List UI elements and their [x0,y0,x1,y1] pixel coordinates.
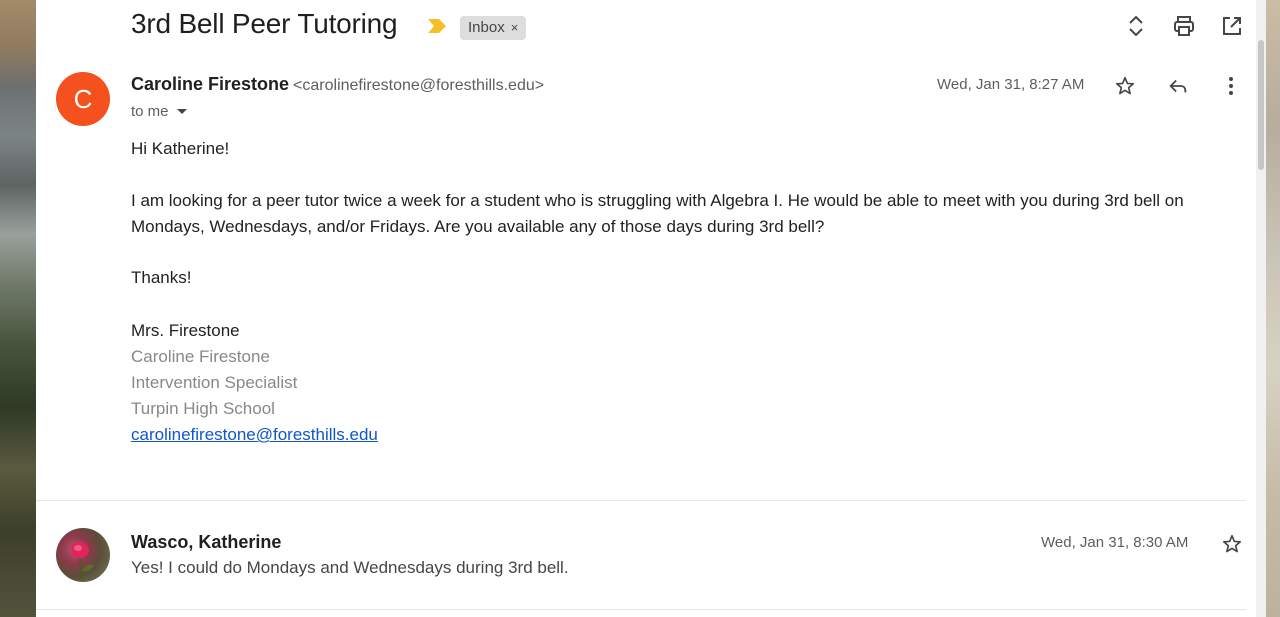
recipient-details-toggle[interactable]: to me [131,103,187,120]
sender-avatar[interactable]: C [56,72,110,126]
signature-full-name: Caroline Firestone [131,347,270,366]
theme-background-left [0,0,36,617]
reply-icon[interactable] [1166,74,1190,98]
chevron-down-icon[interactable] [176,109,187,114]
sender-email: <carolinefirestone@foresthills.edu> [293,77,545,94]
more-options-icon[interactable] [1219,74,1243,98]
message-paragraph-line: I am looking for a peer tutor twice a we… [131,191,1184,210]
inbox-label-chip[interactable]: Inbox × [460,16,527,40]
expand-collapse-icon[interactable] [1124,14,1148,38]
star-icon[interactable] [1113,74,1137,98]
scrollbar[interactable] [1256,0,1266,617]
scrollbar-thumb[interactable] [1258,40,1264,170]
importance-marker-icon[interactable] [428,19,446,33]
sender-header: Caroline Firestone <carolinefirestone@for… [131,74,544,95]
signature-school: Turpin High School [131,399,275,418]
star-icon[interactable] [1220,532,1244,556]
message-timestamp: Wed, Jan 31, 8:27 AM [937,76,1085,93]
signature-email-link[interactable]: carolinefirestone@foresthills.edu [131,425,378,444]
message-closing: Thanks! [131,268,192,287]
message-divider [36,500,1246,501]
reply-timestamp: Wed, Jan 31, 8:30 AM [1041,534,1189,551]
message-paragraph: I am looking for a peer tutor twice a we… [131,188,1221,240]
reply-sender-avatar[interactable] [56,528,110,582]
open-in-new-window-icon[interactable] [1220,14,1244,38]
remove-label-icon[interactable]: × [511,20,519,35]
message-paragraph-line: Mondays, Wednesdays, and/or Fridays. Are… [131,217,825,236]
theme-background-right [1266,0,1280,617]
sender-name[interactable]: Caroline Firestone [131,74,289,94]
message-greeting: Hi Katherine! [131,139,230,158]
signature-title: Intervention Specialist [131,373,298,392]
print-icon[interactable] [1172,14,1196,38]
reply-snippet[interactable]: Yes! I could do Mondays and Wednesdays d… [131,558,569,578]
message-divider [36,609,1246,610]
label-chip-text: Inbox [468,19,505,36]
reply-sender-name[interactable]: Wasco, Katherine [131,532,281,553]
signature-salutation-name: Mrs. Firestone [131,321,240,340]
recipient-label: to me [131,103,169,120]
email-signature: Mrs. Firestone Caroline Firestone Interv… [131,318,1221,448]
thread-subject: 3rd Bell Peer Tutoring [131,8,398,39]
